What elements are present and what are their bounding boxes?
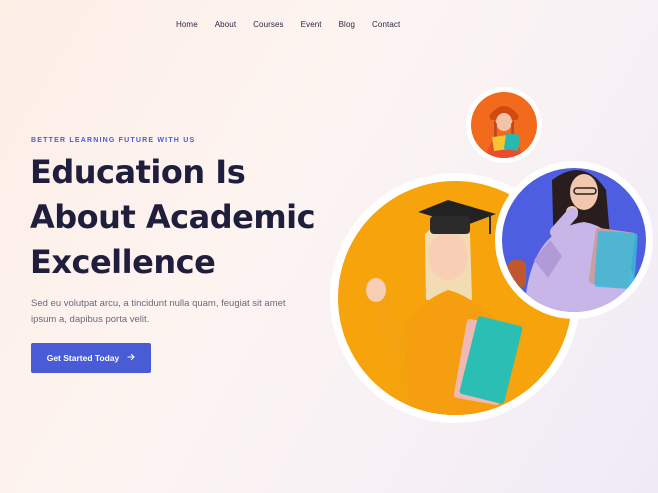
get-started-button[interactable]: Get Started Today — [31, 343, 151, 373]
hero-description: Sed eu volutpat arcu, a tincidunt nulla … — [31, 298, 286, 325]
student-photo-small — [465, 86, 543, 164]
hero-title-line-1: Education Is — [30, 153, 246, 191]
nav-contact[interactable]: Contact — [372, 20, 400, 29]
nav-event[interactable]: Event — [301, 20, 322, 29]
nav-home[interactable]: Home — [176, 20, 198, 29]
nav-courses[interactable]: Courses — [253, 20, 284, 29]
hero-title-line-3: Excellence — [30, 243, 216, 281]
student-photo-side — [494, 160, 654, 320]
arrow-right-icon — [127, 353, 136, 363]
get-started-label: Get Started Today — [46, 353, 120, 363]
main-nav: Home About Courses Event Blog Contact — [176, 20, 417, 29]
hero-title: Education Is About Academic Excellence — [30, 150, 330, 285]
hero-title-line-2: About Academic — [30, 198, 316, 236]
hero-eyebrow: BETTER LEARNING FUTURE WITH US — [31, 137, 196, 144]
nav-about[interactable]: About — [215, 20, 236, 29]
nav-blog[interactable]: Blog — [339, 20, 355, 29]
